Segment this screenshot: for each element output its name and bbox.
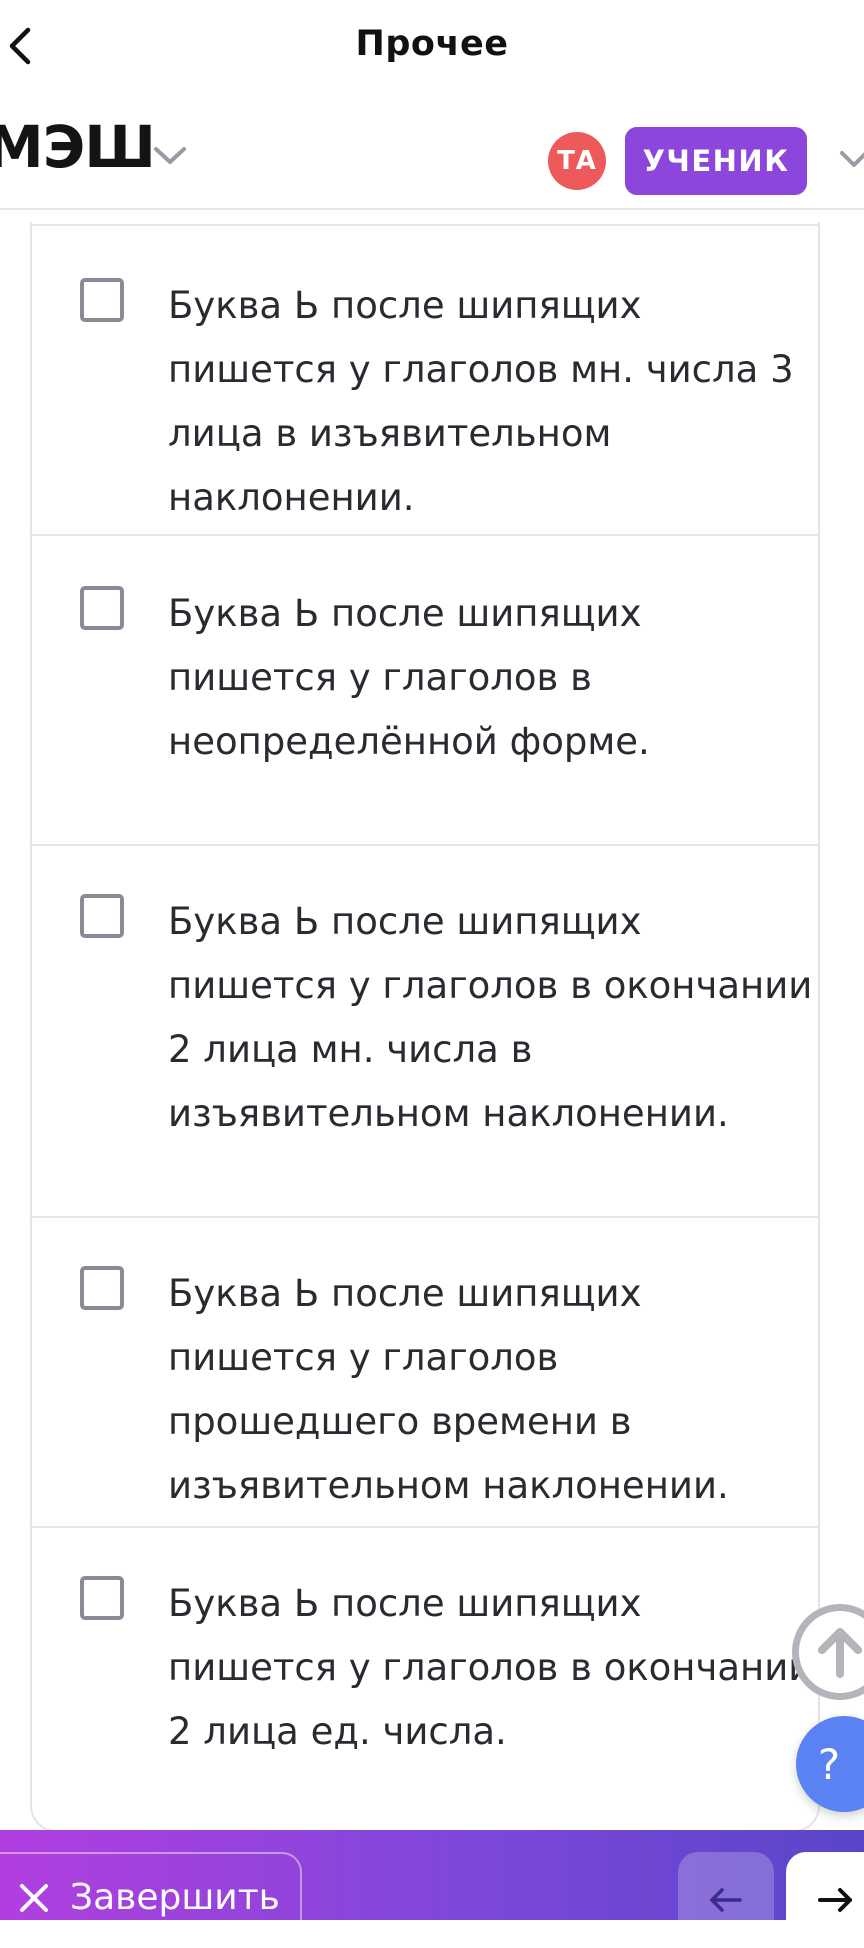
finish-label: Завершить <box>70 1877 280 1918</box>
answer-option[interactable]: Буква Ь после шипящих пишется у глаголов… <box>30 846 820 1216</box>
option-checkbox[interactable] <box>80 894 124 938</box>
help-icon: ? <box>817 1739 841 1789</box>
close-icon <box>20 1884 48 1912</box>
option-text: Буква Ь после шипящих пишется у глаголов… <box>168 284 794 519</box>
role-button[interactable]: УЧЕНИК <box>625 127 807 195</box>
app-header: МЭШ ТА УЧЕНИК <box>0 96 864 210</box>
answer-option[interactable]: Буква Ь после шипящих пишется у глаголов… <box>30 1528 820 1828</box>
option-text: Буква Ь после шипящих пишется у глаголов… <box>168 900 813 1135</box>
arrow-up-icon <box>818 1628 862 1678</box>
option-text: Буква Ь после шипящих пишется у глаголов… <box>168 1582 813 1753</box>
arrow-left-icon <box>710 1888 742 1912</box>
answer-option[interactable]: Буква Ь после шипящих пишется у глаголов… <box>30 536 820 844</box>
next-question-button[interactable] <box>786 1852 864 1948</box>
option-text: Буква Ь после шипящих пишется у глаголов… <box>168 1272 729 1507</box>
profile-chevron-down-icon[interactable] <box>834 144 864 174</box>
top-navigation-bar: Прочее <box>0 0 864 96</box>
answer-option[interactable]: Буква Ь после шипящих пишется у глаголов… <box>30 226 820 534</box>
option-text: Буква Ь после шипящих пишется у глаголов… <box>168 592 650 763</box>
page-title: Прочее <box>355 24 509 64</box>
option-checkbox[interactable] <box>80 278 124 322</box>
bottom-action-bar: Завершить <box>0 1830 864 1948</box>
previous-question-button[interactable] <box>678 1852 774 1948</box>
option-checkbox[interactable] <box>80 1576 124 1620</box>
arrow-right-icon <box>818 1888 852 1912</box>
answer-option[interactable]: Буква Ь после шипящих пишется у глаголов… <box>30 1218 820 1526</box>
option-checkbox[interactable] <box>80 1266 124 1310</box>
finish-button[interactable]: Завершить <box>0 1852 302 1948</box>
option-checkbox[interactable] <box>80 586 124 630</box>
chevron-down-icon[interactable] <box>148 140 192 170</box>
app-logo[interactable]: МЭШ <box>0 118 156 176</box>
avatar[interactable]: ТА <box>548 132 606 190</box>
